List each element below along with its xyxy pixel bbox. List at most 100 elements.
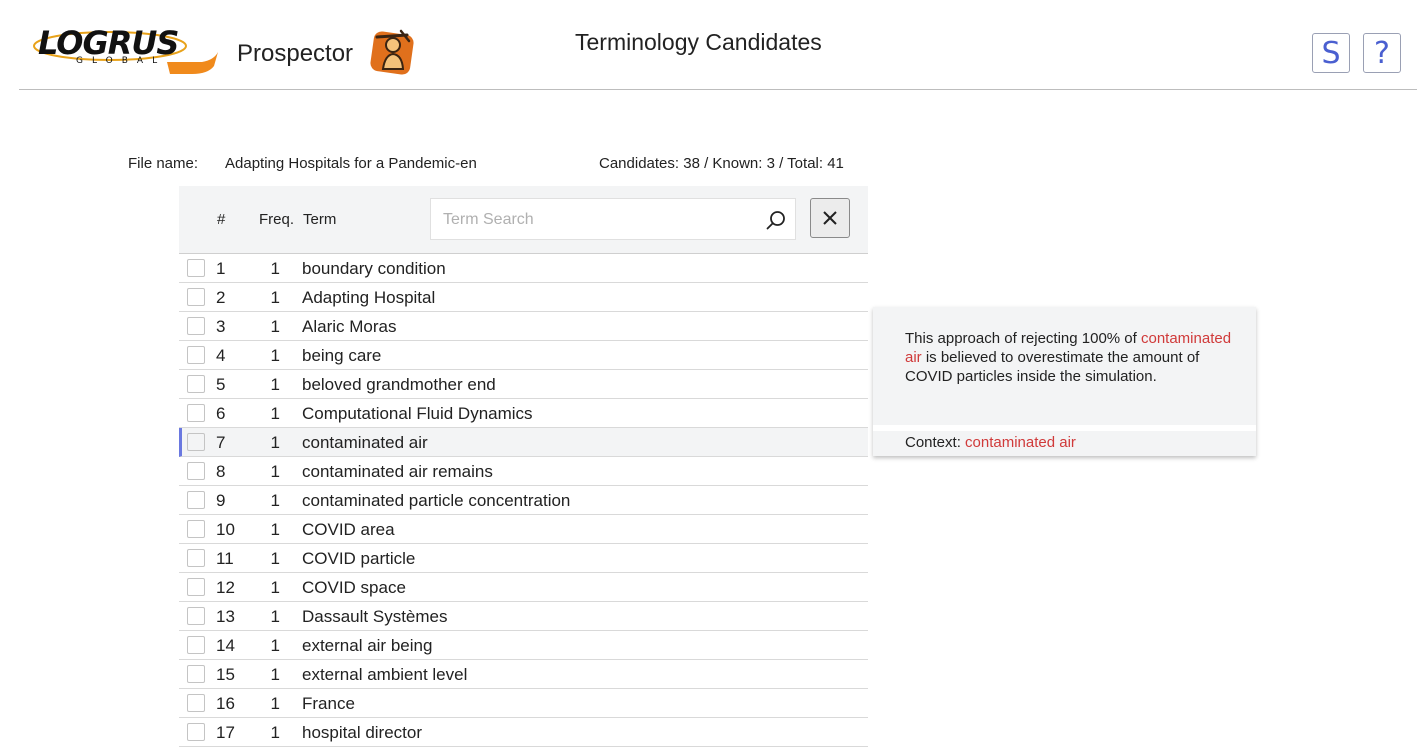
row-checkbox[interactable]: [187, 694, 205, 712]
context-body: This approach of rejecting 100% of conta…: [873, 307, 1256, 425]
row-term[interactable]: France: [302, 694, 355, 714]
row-number: 11: [216, 549, 234, 568]
table-row[interactable]: 12 1 COVID space: [179, 573, 868, 602]
table-row[interactable]: 2 1 Adapting Hospital: [179, 283, 868, 312]
header-divider: [19, 89, 1417, 90]
row-checkbox[interactable]: [187, 520, 205, 538]
row-frequency: 1: [270, 404, 280, 423]
row-frequency: 1: [270, 665, 280, 684]
row-frequency: 1: [270, 723, 280, 742]
context-footer-text: Context: contaminated air: [905, 434, 1076, 451]
row-number: 4: [216, 346, 226, 365]
row-term[interactable]: Dassault Systèmes: [302, 607, 448, 627]
table-row[interactable]: 5 1 beloved grandmother end: [179, 370, 868, 399]
row-checkbox[interactable]: [187, 665, 205, 683]
row-term[interactable]: being care: [302, 346, 381, 366]
row-checkbox[interactable]: [187, 259, 205, 277]
row-term[interactable]: contaminated air: [302, 433, 428, 453]
context-footer: Context: contaminated air: [873, 431, 1256, 456]
row-checkbox[interactable]: [187, 404, 205, 422]
app-header: LOGRUS GLOBAL Prospector Terminology Can…: [0, 0, 1421, 90]
table-row[interactable]: 17 1 hospital director: [179, 718, 868, 747]
row-term[interactable]: COVID area: [302, 520, 395, 540]
table-row[interactable]: 1 1 boundary condition: [179, 254, 868, 283]
row-checkbox[interactable]: [187, 491, 205, 509]
row-frequency: 1: [270, 375, 280, 394]
row-frequency: 1: [270, 636, 280, 655]
row-term[interactable]: external air being: [302, 636, 432, 656]
row-frequency: 1: [270, 433, 280, 452]
table-row[interactable]: 6 1 Computational Fluid Dynamics: [179, 399, 868, 428]
prospector-miner-icon: [370, 29, 414, 75]
context-footer-label: Context:: [905, 434, 966, 451]
row-frequency: 1: [270, 607, 280, 626]
row-number: 1: [216, 259, 226, 278]
help-button[interactable]: ?: [1363, 33, 1401, 73]
row-frequency: 1: [270, 462, 280, 481]
row-checkbox[interactable]: [187, 607, 205, 625]
table-row[interactable]: 8 1 contaminated air remains: [179, 457, 868, 486]
column-header-freq[interactable]: Freq.: [259, 211, 294, 228]
page-title: Terminology Candidates: [575, 29, 822, 55]
row-frequency: 1: [270, 694, 280, 713]
row-checkbox[interactable]: [187, 288, 205, 306]
row-number: 6: [216, 404, 226, 423]
row-checkbox[interactable]: [187, 317, 205, 335]
row-term[interactable]: contaminated air remains: [302, 462, 493, 482]
column-header-term[interactable]: Term: [303, 211, 336, 228]
row-term[interactable]: contaminated particle concentration: [302, 491, 570, 511]
row-term[interactable]: Computational Fluid Dynamics: [302, 404, 533, 424]
settings-button[interactable]: S: [1312, 33, 1350, 73]
table-row[interactable]: 3 1 Alaric Moras: [179, 312, 868, 341]
row-term[interactable]: Alaric Moras: [302, 317, 396, 337]
row-checkbox[interactable]: [187, 636, 205, 654]
row-number: 2: [216, 288, 226, 307]
table-row[interactable]: 7 1 contaminated air: [179, 428, 868, 457]
table-row[interactable]: 9 1 contaminated particle concentration: [179, 486, 868, 515]
app-name: Prospector: [237, 40, 354, 67]
clear-search-button[interactable]: [810, 198, 850, 238]
term-table-body: 1 1 boundary condition 2 1 Adapting Hospital 3…: [179, 254, 868, 747]
row-term[interactable]: external ambient level: [302, 665, 467, 685]
row-term[interactable]: COVID space: [302, 578, 406, 598]
row-frequency: 1: [270, 317, 280, 336]
column-header-num[interactable]: #: [217, 211, 225, 228]
row-checkbox[interactable]: [187, 375, 205, 393]
row-checkbox[interactable]: [187, 433, 205, 451]
row-frequency: 1: [270, 549, 280, 568]
row-checkbox[interactable]: [187, 549, 205, 567]
row-number: 12: [216, 578, 235, 597]
row-term[interactable]: Adapting Hospital: [302, 288, 435, 308]
row-checkbox[interactable]: [187, 578, 205, 596]
file-name-value: Adapting Hospitals for a Pandemic-en: [225, 155, 477, 172]
row-frequency: 1: [270, 520, 280, 539]
row-number: 13: [216, 607, 235, 626]
table-row[interactable]: 16 1 France: [179, 689, 868, 718]
row-checkbox[interactable]: [187, 462, 205, 480]
table-row[interactable]: 13 1 Dassault Systèmes: [179, 602, 868, 631]
row-number: 8: [216, 462, 226, 481]
row-number: 3: [216, 317, 226, 336]
table-row[interactable]: 4 1 being care: [179, 341, 868, 370]
row-term[interactable]: hospital director: [302, 723, 422, 743]
term-search-input[interactable]: [441, 199, 755, 241]
table-row[interactable]: 14 1 external air being: [179, 631, 868, 660]
row-checkbox[interactable]: [187, 346, 205, 364]
row-number: 7: [216, 433, 226, 452]
row-term[interactable]: COVID particle: [302, 549, 415, 569]
row-term[interactable]: beloved grandmother end: [302, 375, 496, 395]
file-name-label: File name:: [128, 155, 199, 172]
row-number: 9: [216, 491, 226, 510]
row-frequency: 1: [270, 491, 280, 510]
table-row[interactable]: 15 1 external ambient level: [179, 660, 868, 689]
row-frequency: 1: [270, 578, 280, 597]
row-number: 10: [216, 520, 235, 539]
table-row[interactable]: 11 1 COVID particle: [179, 544, 868, 573]
row-number: 17: [216, 723, 235, 742]
table-row[interactable]: 10 1 COVID area: [179, 515, 868, 544]
row-frequency: 1: [270, 259, 280, 278]
row-term[interactable]: boundary condition: [302, 259, 446, 279]
row-checkbox[interactable]: [187, 723, 205, 741]
table-header: # Freq. Term: [179, 186, 868, 254]
search-icon[interactable]: [765, 209, 787, 231]
